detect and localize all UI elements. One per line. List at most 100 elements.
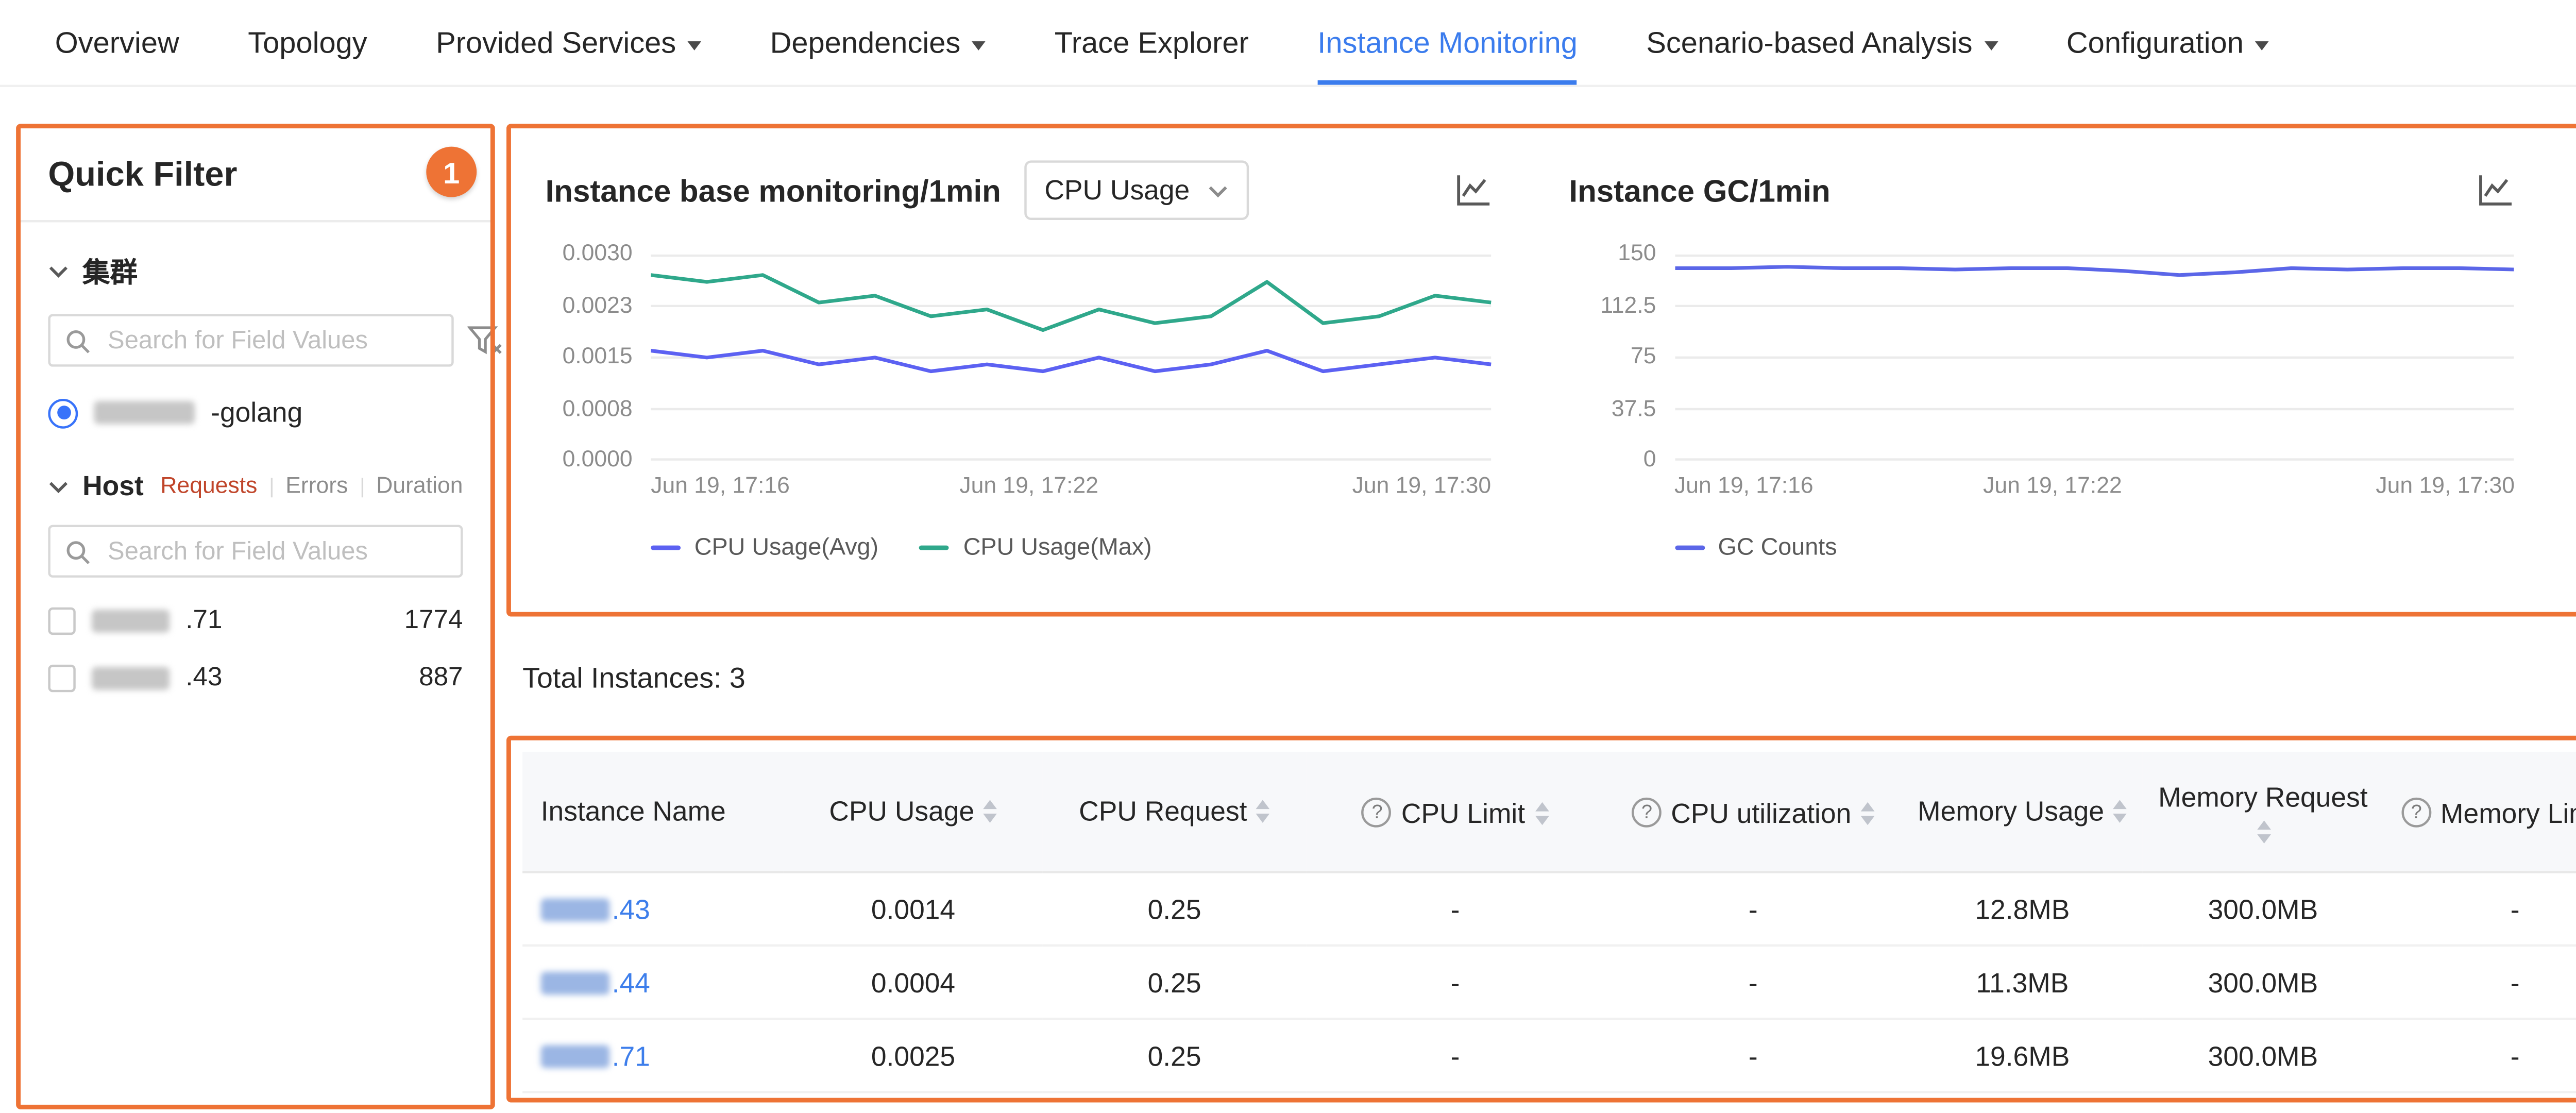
redacted-text bbox=[92, 667, 170, 689]
sort-icon[interactable] bbox=[2113, 800, 2127, 822]
sort-icon[interactable] bbox=[1256, 800, 1270, 822]
nav-trace-explorer[interactable]: Trace Explorer bbox=[1055, 0, 1249, 85]
legend-dash-icon bbox=[651, 546, 681, 550]
sort-icon[interactable] bbox=[984, 800, 997, 822]
host-search-input[interactable] bbox=[103, 535, 447, 567]
table-row: .43 0.0014 0.25 - - 12.8MB 300.0MB - Det… bbox=[522, 872, 2576, 945]
nav-overview[interactable]: Overview bbox=[55, 0, 179, 85]
instance-link[interactable]: .71 bbox=[612, 1039, 650, 1071]
cell-cpu-limit: - bbox=[1306, 946, 1604, 1019]
chart-plot-area bbox=[1674, 255, 2515, 461]
nav-label: Dependencies bbox=[770, 25, 961, 60]
y-tick: 37.5 bbox=[1612, 397, 1656, 422]
charts-panel: Instance base monitoring/1min CPU Usage … bbox=[509, 126, 2576, 614]
checkbox-icon[interactable] bbox=[48, 665, 75, 692]
nav-label: Configuration bbox=[2066, 25, 2244, 60]
host-item-43[interactable]: .43 887 bbox=[48, 665, 463, 692]
host-item-71[interactable]: .71 1774 bbox=[48, 608, 463, 635]
nav-dependencies[interactable]: Dependencies bbox=[770, 0, 986, 85]
col-cpu-utilization[interactable]: CPU utilization bbox=[1604, 752, 1902, 872]
help-icon[interactable] bbox=[1362, 798, 1392, 828]
cluster-section-header[interactable]: 集群 bbox=[48, 252, 463, 291]
chart-legend: GC Counts bbox=[1674, 534, 2515, 561]
cell-memory-request: 300.0MB bbox=[2143, 946, 2383, 1019]
divider bbox=[19, 220, 493, 222]
col-cpu-usage[interactable]: CPU Usage bbox=[784, 752, 1043, 872]
x-axis: Jun 19, 17:16 Jun 19, 17:22 Jun 19, 17:3… bbox=[651, 475, 1491, 504]
cell-cpu-limit: - bbox=[1306, 872, 1604, 945]
nav-instance-monitoring[interactable]: Instance Monitoring bbox=[1317, 0, 1578, 85]
y-tick: 112.5 bbox=[1600, 293, 1656, 318]
top-nav: Overview Topology Provided Services Depe… bbox=[0, 0, 2576, 87]
nav-provided-services[interactable]: Provided Services bbox=[436, 0, 701, 85]
col-memory-limit[interactable]: Memory Limit bbox=[2383, 752, 2576, 872]
help-icon[interactable] bbox=[2401, 798, 2431, 828]
cluster-search-input[interactable] bbox=[103, 324, 437, 356]
sort-icon[interactable] bbox=[1860, 801, 1874, 824]
chart-title: Instance base monitoring/1min bbox=[546, 173, 1001, 208]
cell-cpu-utilization: - bbox=[1604, 1019, 1902, 1092]
legend-item: CPU Usage(Avg) bbox=[651, 534, 878, 561]
host-section-label: Host bbox=[82, 470, 144, 502]
col-cpu-limit[interactable]: CPU Limit bbox=[1306, 752, 1604, 872]
nav-topology[interactable]: Topology bbox=[248, 0, 367, 85]
y-tick: 75 bbox=[1631, 345, 1656, 370]
redacted-text bbox=[541, 1046, 609, 1069]
x-tick: Jun 19, 17:16 bbox=[651, 475, 790, 500]
help-icon[interactable] bbox=[1632, 798, 1662, 828]
cluster-search-row bbox=[48, 314, 463, 366]
nav-configuration[interactable]: Configuration bbox=[2066, 0, 2269, 85]
chevron-down-icon bbox=[972, 40, 986, 49]
chart-instance-base-monitoring: Instance base monitoring/1min CPU Usage … bbox=[546, 158, 1492, 614]
host-request-count: 887 bbox=[419, 665, 463, 692]
cell-cpu-usage: 0.0004 bbox=[784, 946, 1043, 1019]
sort-icon[interactable] bbox=[1534, 801, 1548, 824]
host-section-header[interactable]: Host Requests Errors Duration bbox=[48, 470, 463, 502]
col-memory-usage[interactable]: Memory Usage bbox=[1902, 752, 2143, 872]
nav-scenario-based-analysis[interactable]: Scenario-based Analysis bbox=[1646, 0, 1997, 85]
quick-filter-panel: Quick Filter 集群 -golang Host Requests bbox=[19, 126, 493, 1107]
host-search-row bbox=[48, 525, 463, 578]
host-metric-tabs: Requests Errors Duration bbox=[160, 474, 463, 499]
col-cpu-request[interactable]: CPU Request bbox=[1043, 752, 1307, 872]
instance-link[interactable]: .44 bbox=[612, 966, 650, 998]
cell-memory-usage: 12.8MB bbox=[1902, 872, 2143, 945]
host-ip: .43 bbox=[185, 665, 222, 692]
line-chart-icon[interactable] bbox=[2478, 172, 2515, 209]
table-header-row: Instance Name CPU Usage CPU Request CPU … bbox=[522, 752, 2576, 872]
x-axis: Jun 19, 17:16 Jun 19, 17:22 Jun 19, 17:3… bbox=[1674, 475, 2515, 504]
nav-label: Provided Services bbox=[436, 25, 676, 60]
redacted-text bbox=[92, 610, 170, 632]
search-icon bbox=[64, 327, 92, 354]
tab-requests[interactable]: Requests bbox=[160, 474, 257, 499]
chevron-down-icon bbox=[48, 264, 69, 280]
cluster-option-golang[interactable]: -golang bbox=[48, 397, 463, 429]
chevron-down-icon bbox=[2255, 40, 2269, 49]
redacted-text bbox=[541, 972, 609, 995]
search-icon bbox=[64, 537, 92, 565]
redacted-text bbox=[541, 899, 609, 922]
instance-link[interactable]: .43 bbox=[612, 892, 650, 924]
filter-clear-icon[interactable] bbox=[467, 324, 504, 356]
y-tick: 0 bbox=[1643, 448, 1656, 474]
sort-icon[interactable] bbox=[2256, 819, 2270, 842]
tab-errors[interactable]: Errors bbox=[285, 474, 348, 499]
checkbox-icon[interactable] bbox=[48, 608, 75, 635]
divider bbox=[360, 474, 365, 499]
radio-selected-icon[interactable] bbox=[48, 398, 78, 428]
metric-select[interactable]: CPU Usage bbox=[1024, 160, 1249, 220]
cell-cpu-request: 0.25 bbox=[1043, 1019, 1307, 1092]
y-tick: 0.0030 bbox=[563, 242, 633, 267]
metric-select-value: CPU Usage bbox=[1044, 174, 1190, 206]
x-tick: Jun 19, 17:22 bbox=[959, 475, 1098, 500]
legend-dash-icon bbox=[1674, 546, 1704, 550]
tab-duration[interactable]: Duration bbox=[376, 474, 463, 499]
y-axis: 150 112.5 75 37.5 0 bbox=[1569, 255, 1674, 461]
chart-plot-area bbox=[651, 255, 1491, 461]
cell-memory-usage: 11.3MB bbox=[1902, 946, 2143, 1019]
nav-label: Scenario-based Analysis bbox=[1646, 25, 1972, 60]
chevron-down-icon bbox=[1984, 40, 1998, 49]
col-memory-request[interactable]: Memory Request bbox=[2143, 752, 2383, 872]
x-tick: Jun 19, 17:30 bbox=[1352, 475, 1492, 500]
line-chart-icon[interactable] bbox=[1454, 172, 1491, 209]
